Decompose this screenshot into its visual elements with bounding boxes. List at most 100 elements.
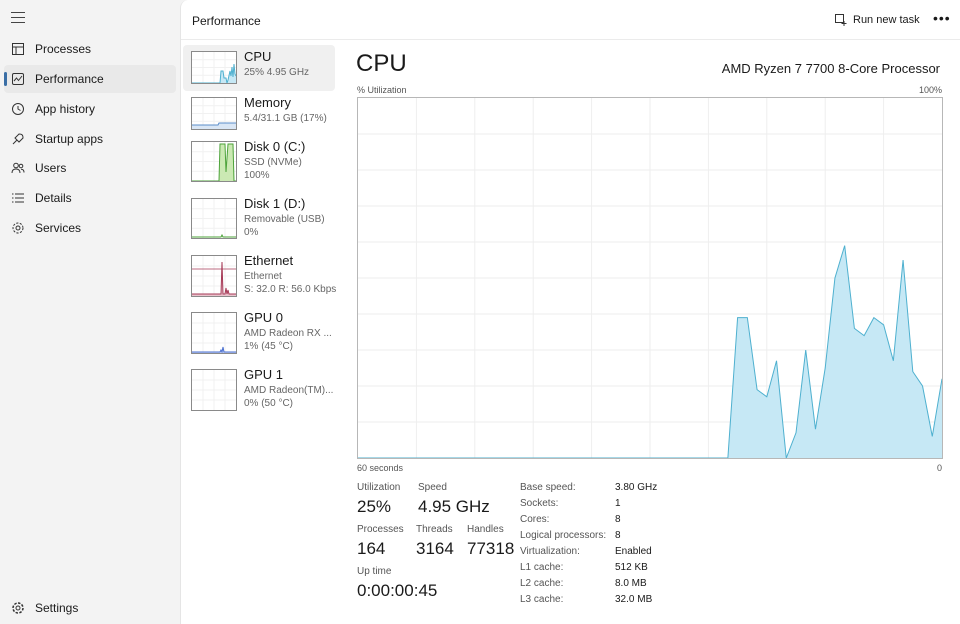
resource-item-memory[interactable]: Memory 5.4/31.1 GB (17%) bbox=[183, 91, 335, 137]
disk-1-thumbnail bbox=[191, 198, 237, 239]
resource-item-cpu[interactable]: CPU 25% 4.95 GHz bbox=[183, 45, 335, 91]
resource-name: Ethernet bbox=[244, 253, 294, 268]
run-new-task-label: Run new task bbox=[853, 14, 920, 26]
settings-label: Settings bbox=[35, 601, 79, 615]
details-icon bbox=[12, 193, 24, 203]
uptime-value: 0:00:00:45 bbox=[357, 581, 438, 600]
run-new-task-button[interactable]: Run new task bbox=[835, 11, 920, 29]
nav-pane: Processes Performance App history Startu… bbox=[0, 0, 180, 624]
resource-detail: 25% 4.95 GHz bbox=[244, 67, 310, 78]
disk-0-thumbnail bbox=[191, 141, 237, 182]
run-task-icon bbox=[835, 14, 847, 26]
spec-label: Virtualization: bbox=[520, 546, 580, 557]
utilization-value: 25% bbox=[357, 497, 392, 516]
spec-value: 512 KB bbox=[615, 562, 648, 573]
resource-detail: Ethernet bbox=[244, 271, 282, 282]
resource-value: 0% (50 °C) bbox=[244, 398, 294, 409]
cpu-utilization-chart bbox=[357, 97, 943, 459]
users-icon bbox=[11, 162, 25, 174]
nav-item-label: Startup apps bbox=[35, 132, 104, 146]
resource-item-disk-0[interactable]: Disk 0 (C:) SSD (NVMe) 100% bbox=[183, 135, 335, 182]
spec-value: 8 bbox=[615, 530, 621, 541]
spec-label: Logical processors: bbox=[520, 530, 607, 541]
spec-value: 8 bbox=[615, 514, 621, 525]
resource-name: GPU 1 bbox=[244, 367, 284, 382]
page-title: Performance bbox=[192, 14, 261, 28]
spec-value: 32.0 MB bbox=[615, 594, 653, 605]
nav-item-label: Processes bbox=[35, 42, 92, 56]
threads-value: 3164 bbox=[416, 539, 454, 558]
gpu-1-thumbnail bbox=[191, 369, 237, 411]
resource-value: S: 32.0 R: 56.0 Kbps bbox=[244, 284, 337, 295]
nav-item-performance[interactable]: Performance bbox=[4, 65, 176, 93]
ethernet-thumbnail bbox=[191, 255, 237, 297]
nav-item-details[interactable]: Details bbox=[4, 184, 176, 212]
nav-item-label: Details bbox=[35, 191, 72, 205]
processes-icon bbox=[12, 43, 24, 55]
memory-thumbnail bbox=[191, 97, 237, 130]
nav-item-label: App history bbox=[35, 102, 96, 116]
resource-detail: Removable (USB) bbox=[244, 214, 325, 225]
nav-item-users[interactable]: Users bbox=[4, 154, 176, 182]
spec-value: Enabled bbox=[615, 546, 652, 557]
nav-item-services[interactable]: Services bbox=[4, 214, 176, 242]
processes-label: Processes bbox=[357, 524, 404, 535]
uptime-label: Up time bbox=[357, 566, 392, 577]
hamburger-menu-icon[interactable] bbox=[11, 12, 25, 24]
speed-label: Speed bbox=[418, 482, 447, 493]
processes-value: 164 bbox=[357, 539, 386, 558]
startup-apps-icon bbox=[12, 133, 24, 145]
nav-item-label: Users bbox=[35, 161, 67, 175]
y-axis-max-label: 100% bbox=[918, 85, 942, 95]
threads-label: Threads bbox=[416, 524, 453, 535]
resource-detail: AMD Radeon RX ... bbox=[244, 328, 332, 339]
resource-name: GPU 0 bbox=[244, 310, 284, 325]
more-options-button[interactable]: ••• bbox=[933, 10, 951, 26]
y-axis-label: % Utilization bbox=[357, 85, 407, 95]
services-icon bbox=[12, 222, 24, 234]
spec-label: Cores: bbox=[520, 514, 550, 525]
nav-item-label: Performance bbox=[35, 72, 104, 86]
resource-name: Disk 0 (C:) bbox=[244, 139, 306, 154]
cpu-utilization-plot bbox=[357, 98, 943, 459]
resource-detail: AMD Radeon(TM)... bbox=[244, 385, 334, 396]
nav-item-app-history[interactable]: App history bbox=[4, 95, 176, 123]
handles-value: 77318 bbox=[467, 539, 515, 558]
resource-name: Disk 1 (D:) bbox=[244, 196, 306, 211]
selection-indicator bbox=[4, 72, 7, 86]
resource-item-disk-1[interactable]: Disk 1 (D:) Removable (USB) 0% bbox=[183, 192, 335, 239]
nav-item-startup-apps[interactable]: Startup apps bbox=[4, 125, 176, 153]
performance-icon bbox=[12, 73, 24, 85]
spec-value: 8.0 MB bbox=[615, 578, 647, 589]
resource-name: Memory bbox=[244, 95, 291, 110]
spec-label: L1 cache: bbox=[520, 562, 564, 573]
cpu-thumbnail bbox=[191, 51, 237, 84]
resource-value: 100% bbox=[244, 170, 270, 181]
spec-label: L3 cache: bbox=[520, 594, 564, 605]
gpu-0-thumbnail bbox=[191, 312, 237, 354]
spec-value: 3.80 GHz bbox=[615, 482, 658, 493]
spec-label: Sockets: bbox=[520, 498, 559, 509]
x-axis-start-label: 60 seconds bbox=[357, 463, 404, 473]
resource-item-ethernet[interactable]: Ethernet Ethernet S: 32.0 R: 56.0 Kbps bbox=[183, 249, 337, 297]
processor-name: AMD Ryzen 7 7700 8-Core Processor bbox=[721, 61, 940, 76]
nav-item-label: Services bbox=[35, 221, 82, 235]
spec-value: 1 bbox=[615, 498, 621, 509]
utilization-label: Utilization bbox=[357, 482, 401, 493]
resource-item-gpu-1[interactable]: GPU 1 AMD Radeon(TM)... 0% (50 °C) bbox=[183, 363, 335, 411]
resource-detail: SSD (NVMe) bbox=[244, 157, 302, 168]
nav-item-processes[interactable]: Processes bbox=[4, 35, 176, 63]
gear-icon bbox=[12, 602, 24, 614]
nav-item-settings[interactable]: Settings bbox=[4, 594, 176, 622]
resource-item-gpu-0[interactable]: GPU 0 AMD Radeon RX ... 1% (45 °C) bbox=[183, 306, 335, 354]
resource-value: 0% bbox=[244, 227, 259, 238]
spec-label: L2 cache: bbox=[520, 578, 564, 589]
detail-title: CPU bbox=[356, 50, 407, 77]
handles-label: Handles bbox=[467, 524, 504, 535]
x-axis-end-label: 0 bbox=[936, 463, 942, 473]
app-history-icon bbox=[12, 103, 24, 115]
header-bar: Performance Run new task ••• bbox=[181, 0, 960, 40]
resource-value: 1% (45 °C) bbox=[244, 341, 294, 352]
resource-detail: 5.4/31.1 GB (17%) bbox=[244, 113, 327, 124]
resource-name: CPU bbox=[244, 49, 272, 64]
